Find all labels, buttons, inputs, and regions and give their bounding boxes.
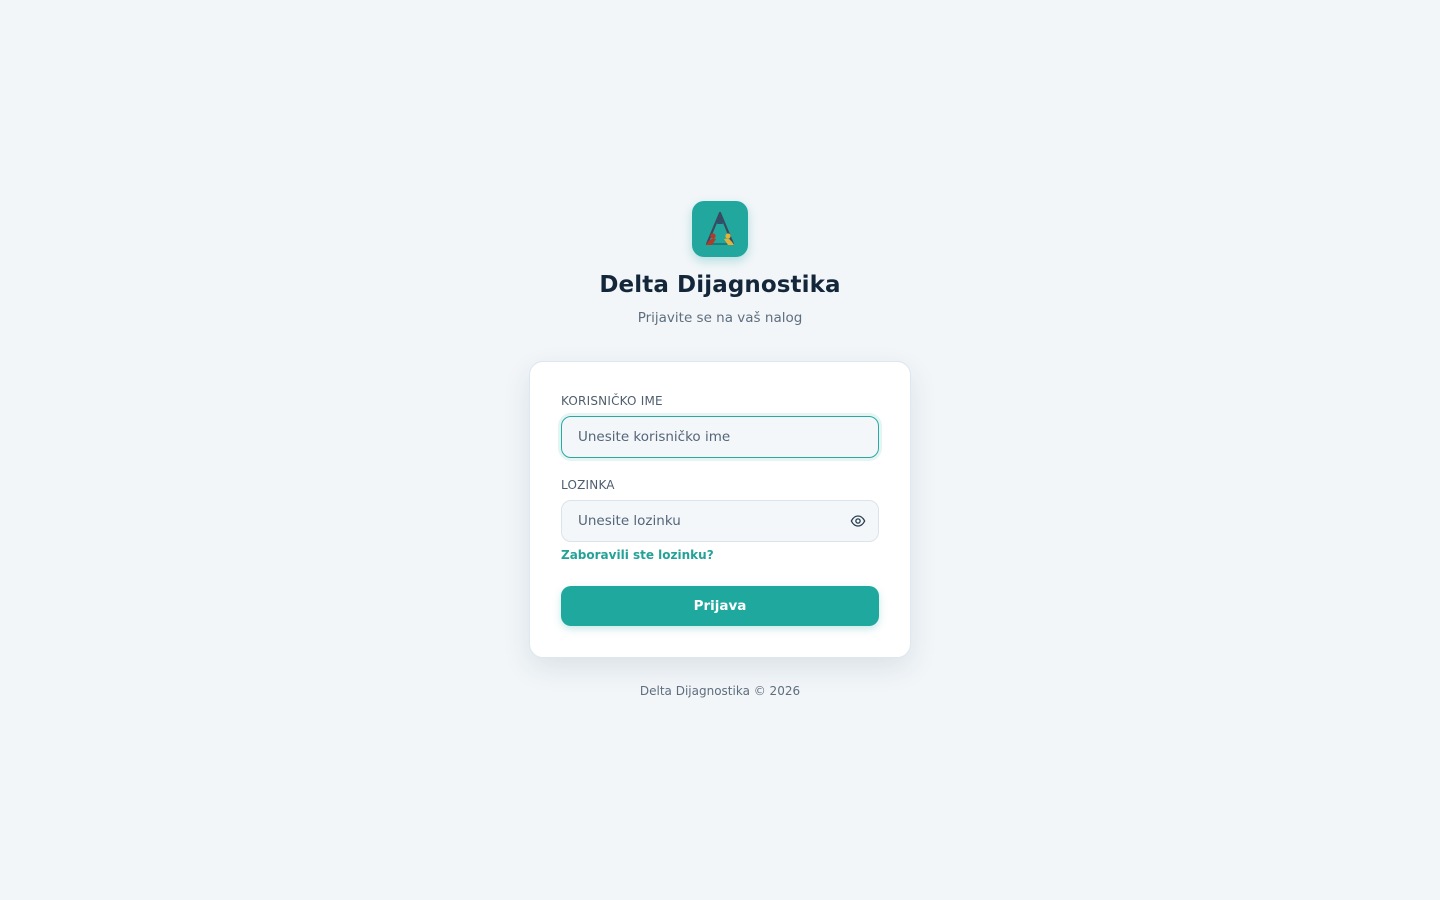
login-page: Delta Dijagnostika Prijavite se na vaš n…	[0, 0, 1440, 900]
login-subtitle: Prijavite se na vaš nalog	[637, 310, 803, 326]
forgot-password-link[interactable]: Zaboravili ste lozinku?	[561, 548, 714, 562]
login-button[interactable]: Prijava	[561, 586, 879, 626]
eye-icon[interactable]	[849, 512, 867, 530]
footer-copyright: Delta Dijagnostika © 2026	[639, 684, 801, 698]
username-input[interactable]	[561, 416, 879, 458]
username-label: KORISNIČKO IME	[561, 394, 663, 408]
app-title: Delta Dijagnostika	[599, 272, 841, 298]
password-label: LOZINKA	[561, 478, 615, 492]
login-card: KORISNIČKO IME LOZINKA Zaboravili ste lo…	[529, 361, 911, 658]
delta-triangle-logo-icon	[692, 201, 748, 257]
password-input[interactable]	[561, 500, 879, 542]
